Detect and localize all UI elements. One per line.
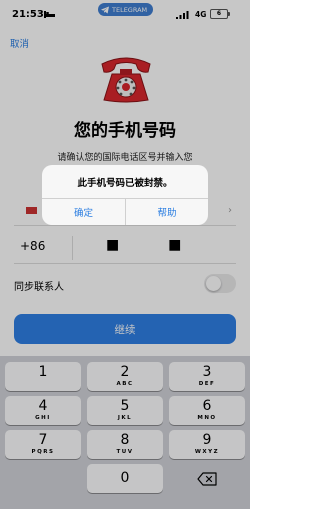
login-screen: 21:53 TELEGRAM 4G 6 取消 您的手机号码 请确认您的国际电话区… xyxy=(0,0,250,509)
alert-ok-button[interactable]: 确定 xyxy=(42,198,125,225)
alert-message: 此手机号码已被封禁。 xyxy=(77,178,173,189)
banned-number-alert: 此手机号码已被封禁。 确定 帮助 xyxy=(42,165,208,225)
modal-backdrop xyxy=(0,0,250,509)
alert-help-button[interactable]: 帮助 xyxy=(126,198,208,225)
